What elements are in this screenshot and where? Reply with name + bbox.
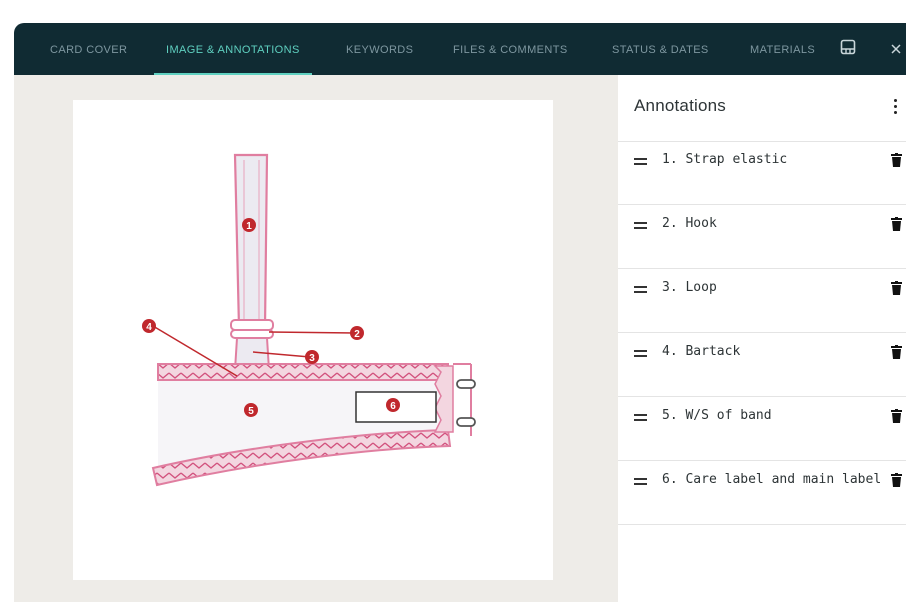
annotation-label[interactable]: 1. Strap elastic (662, 152, 787, 167)
trash-icon[interactable] (891, 217, 902, 236)
trash-icon[interactable] (891, 281, 902, 300)
tab-image-annotations[interactable]: IMAGE & ANNOTATIONS (154, 23, 312, 75)
tab-materials[interactable]: MATERIALS (750, 23, 815, 75)
annotation-label[interactable]: 2. Hook (662, 216, 717, 231)
drag-handle-icon[interactable] (634, 286, 647, 293)
tab-card-cover[interactable]: CARD COVER (50, 23, 127, 75)
drag-handle-icon[interactable] (634, 222, 647, 229)
marker-3: 3 (305, 350, 319, 364)
tab-files-comments[interactable]: FILES & COMMENTS (453, 23, 568, 75)
annotation-editor-window: CARD COVER IMAGE & ANNOTATIONS KEYWORDS … (14, 23, 906, 602)
close-icon[interactable] (891, 41, 901, 59)
annotation-list: 1. Strap elastic 2. Hook 3. Loop 4. Bart… (618, 141, 906, 525)
strap-shape (233, 153, 269, 330)
drag-handle-icon[interactable] (634, 414, 647, 421)
trash-icon[interactable] (891, 473, 902, 492)
svg-text:6: 6 (390, 401, 396, 412)
more-vertical-icon[interactable] (894, 99, 898, 115)
drag-handle-icon[interactable] (634, 158, 647, 165)
annotation-label[interactable]: 3. Loop (662, 280, 717, 295)
drag-handle-icon[interactable] (634, 478, 647, 485)
hook-bottom (456, 417, 476, 427)
annotation-item-2[interactable]: 2. Hook (618, 205, 906, 269)
marker-2: 2 (350, 326, 364, 340)
annotation-item-3[interactable]: 3. Loop (618, 269, 906, 333)
garment-technical-drawing: 1 2 3 4 5 6 (142, 153, 476, 487)
drag-handle-icon[interactable] (634, 350, 647, 357)
marker-4: 4 (142, 319, 156, 333)
panel-layout-icon[interactable] (840, 39, 856, 60)
annotations-panel-header: Annotations (618, 75, 906, 142)
annotation-item-4[interactable]: 4. Bartack (618, 333, 906, 397)
svg-text:5: 5 (248, 406, 254, 417)
marker-6: 6 (386, 398, 400, 412)
annotation-label[interactable]: 6. Care label and main label (662, 472, 881, 487)
marker-1: 1 (242, 218, 256, 232)
trash-icon[interactable] (891, 409, 902, 428)
trash-icon[interactable] (891, 153, 902, 172)
svg-text:1: 1 (246, 221, 252, 232)
image-canvas-area: 1 2 3 4 5 6 (14, 75, 618, 602)
annotation-item-5[interactable]: 5. W/S of band (618, 397, 906, 461)
top-tab-bar: CARD COVER IMAGE & ANNOTATIONS KEYWORDS … (14, 23, 906, 75)
svg-text:3: 3 (309, 353, 315, 364)
tab-keywords[interactable]: KEYWORDS (346, 23, 413, 75)
annotated-image[interactable]: 1 2 3 4 5 6 (73, 100, 553, 580)
hook-top (456, 379, 476, 389)
trash-icon[interactable] (891, 345, 902, 364)
svg-text:4: 4 (146, 322, 152, 333)
svg-text:2: 2 (354, 329, 360, 340)
annotations-panel: Annotations 1. Strap elastic 2. Hook 3. … (618, 75, 906, 602)
panel-title: Annotations (634, 96, 726, 115)
marker-5: 5 (244, 403, 258, 417)
annotation-item-1[interactable]: 1. Strap elastic (618, 141, 906, 205)
tab-status-dates[interactable]: STATUS & DATES (612, 23, 709, 75)
annotation-label[interactable]: 5. W/S of band (662, 408, 772, 423)
annotation-item-6[interactable]: 6. Care label and main label (618, 461, 906, 525)
annotation-label[interactable]: 4. Bartack (662, 344, 740, 359)
